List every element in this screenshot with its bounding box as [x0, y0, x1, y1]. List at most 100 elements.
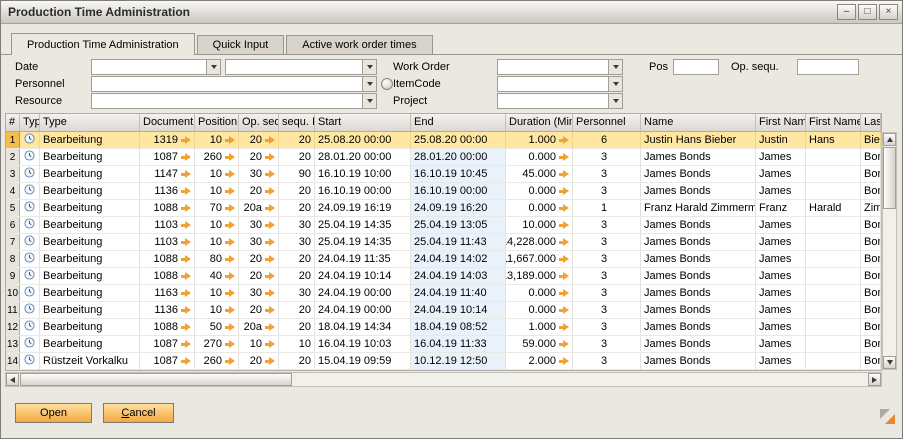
vertical-scrollbar[interactable]	[882, 132, 897, 370]
link-arrow-icon[interactable]	[265, 170, 275, 179]
link-arrow-icon[interactable]	[225, 170, 235, 179]
work-order-dropdown-icon[interactable]	[608, 60, 622, 74]
link-arrow-icon[interactable]	[265, 136, 275, 145]
column-header-last-name[interactable]: Last Name	[861, 114, 881, 131]
cancel-button[interactable]: Cancel	[103, 403, 174, 423]
resize-grip-icon[interactable]	[880, 409, 895, 424]
column-header-first-name[interactable]: First Name	[756, 114, 806, 131]
row-number[interactable]: 13	[6, 336, 20, 352]
personnel-dropdown-icon[interactable]	[362, 77, 376, 91]
link-arrow-icon[interactable]	[225, 357, 235, 366]
row-number[interactable]: 12	[6, 319, 20, 335]
row-number[interactable]: 8	[6, 251, 20, 267]
link-arrow-icon[interactable]	[181, 153, 191, 162]
row-number[interactable]: 3	[6, 166, 20, 182]
scroll-down-icon[interactable]	[883, 356, 896, 369]
tab-quick-input[interactable]: Quick Input	[197, 35, 285, 54]
column-header-row-number[interactable]: #	[6, 114, 20, 131]
scroll-right-icon[interactable]	[868, 373, 881, 386]
link-arrow-icon[interactable]	[181, 255, 191, 264]
link-arrow-icon[interactable]	[225, 289, 235, 298]
project-combobox[interactable]	[497, 93, 623, 109]
link-arrow-icon[interactable]	[225, 136, 235, 145]
table-row[interactable]: 1Bearbeitung131910202025.08.20 00:0025.0…	[6, 132, 881, 149]
table-row[interactable]: 12Bearbeitung10885020a2018.04.19 14:3418…	[6, 319, 881, 336]
link-arrow-icon[interactable]	[265, 340, 275, 349]
row-number[interactable]: 9	[6, 268, 20, 284]
link-arrow-icon[interactable]	[181, 289, 191, 298]
column-header-end[interactable]: End	[411, 114, 506, 131]
link-arrow-icon[interactable]	[181, 170, 191, 179]
link-arrow-icon[interactable]	[225, 272, 235, 281]
row-number[interactable]: 6	[6, 217, 20, 233]
link-arrow-icon[interactable]	[265, 221, 275, 230]
restore-button[interactable]: □	[858, 4, 877, 20]
horizontal-scroll-thumb[interactable]	[20, 373, 292, 386]
date-from-dropdown-icon[interactable]	[206, 60, 220, 74]
row-number[interactable]: 10	[6, 285, 20, 301]
date-to-dropdown-icon[interactable]	[362, 60, 376, 74]
op-sequ-input[interactable]	[797, 59, 859, 75]
link-arrow-icon[interactable]	[225, 204, 235, 213]
table-row[interactable]: 8Bearbeitung108880202024.04.19 11:3524.0…	[6, 251, 881, 268]
column-header-typ[interactable]: Typ	[20, 114, 40, 131]
link-arrow-icon[interactable]	[181, 221, 191, 230]
item-code-combobox[interactable]	[497, 76, 623, 92]
link-arrow-icon[interactable]	[559, 323, 569, 332]
link-arrow-icon[interactable]	[225, 340, 235, 349]
link-arrow-icon[interactable]	[265, 357, 275, 366]
table-row[interactable]: 2Bearbeitung1087260202028.01.20 00:0028.…	[6, 149, 881, 166]
column-header-type[interactable]: Type	[40, 114, 140, 131]
link-arrow-icon[interactable]	[265, 204, 275, 213]
column-header-personnel[interactable]: Personnel	[573, 114, 641, 131]
link-arrow-icon[interactable]	[225, 187, 235, 196]
choose-from-list-icon[interactable]	[381, 78, 393, 90]
link-arrow-icon[interactable]	[181, 357, 191, 366]
link-arrow-icon[interactable]	[225, 255, 235, 264]
link-arrow-icon[interactable]	[559, 340, 569, 349]
row-number[interactable]: 2	[6, 149, 20, 165]
link-arrow-icon[interactable]	[181, 238, 191, 247]
table-row[interactable]: 9Bearbeitung108840202024.04.19 10:1424.0…	[6, 268, 881, 285]
link-arrow-icon[interactable]	[225, 238, 235, 247]
link-arrow-icon[interactable]	[181, 187, 191, 196]
resource-dropdown-icon[interactable]	[362, 94, 376, 108]
tab-active-work-order-times[interactable]: Active work order times	[286, 35, 432, 54]
link-arrow-icon[interactable]	[181, 136, 191, 145]
link-arrow-icon[interactable]	[225, 323, 235, 332]
project-dropdown-icon[interactable]	[608, 94, 622, 108]
column-header-start[interactable]: Start	[315, 114, 411, 131]
table-row[interactable]: 10Bearbeitung116310303024.04.19 00:0024.…	[6, 285, 881, 302]
link-arrow-icon[interactable]	[181, 204, 191, 213]
link-arrow-icon[interactable]	[559, 357, 569, 366]
vertical-scroll-thumb[interactable]	[883, 147, 896, 209]
resource-combobox[interactable]	[91, 93, 377, 109]
link-arrow-icon[interactable]	[225, 306, 235, 315]
row-number[interactable]: 4	[6, 183, 20, 199]
link-arrow-icon[interactable]	[559, 255, 569, 264]
row-number[interactable]: 5	[6, 200, 20, 216]
column-header-name[interactable]: Name	[641, 114, 756, 131]
link-arrow-icon[interactable]	[265, 255, 275, 264]
close-button[interactable]: ×	[879, 4, 898, 20]
scroll-left-icon[interactable]	[6, 373, 19, 386]
link-arrow-icon[interactable]	[181, 306, 191, 315]
link-arrow-icon[interactable]	[559, 272, 569, 281]
link-arrow-icon[interactable]	[181, 340, 191, 349]
personnel-combobox[interactable]	[91, 76, 377, 92]
link-arrow-icon[interactable]	[559, 238, 569, 247]
column-header-position[interactable]: Position	[195, 114, 239, 131]
table-row[interactable]: 11Bearbeitung113610202024.04.19 00:0024.…	[6, 302, 881, 319]
table-row[interactable]: 4Bearbeitung113610202016.10.19 00:0016.1…	[6, 183, 881, 200]
table-row[interactable]: 7Bearbeitung110310303025.04.19 14:3525.0…	[6, 234, 881, 251]
link-arrow-icon[interactable]	[559, 204, 569, 213]
tab-production-time-administration[interactable]: Production Time Administration	[11, 33, 195, 55]
row-number[interactable]: 7	[6, 234, 20, 250]
link-arrow-icon[interactable]	[265, 153, 275, 162]
table-row[interactable]: 5Bearbeitung10887020a2024.09.19 16:1924.…	[6, 200, 881, 217]
date-to-combobox[interactable]	[225, 59, 377, 75]
link-arrow-icon[interactable]	[225, 153, 235, 162]
link-arrow-icon[interactable]	[265, 187, 275, 196]
row-number[interactable]: 14	[6, 353, 20, 369]
link-arrow-icon[interactable]	[559, 289, 569, 298]
